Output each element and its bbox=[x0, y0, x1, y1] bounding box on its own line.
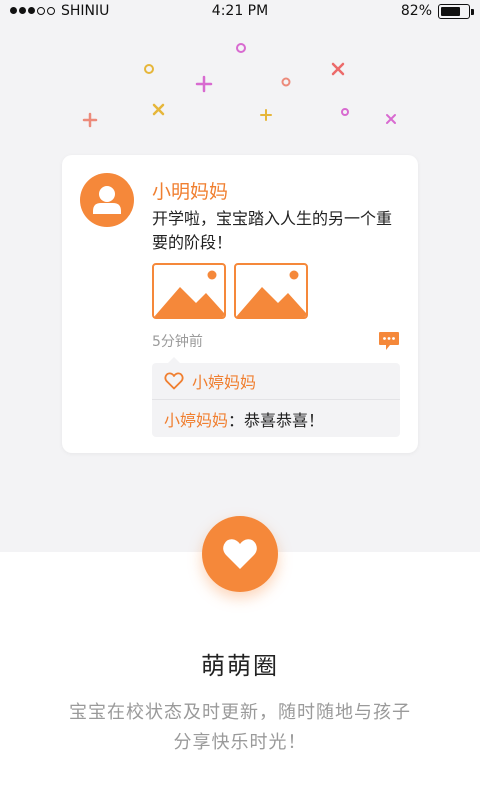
confetti-plus-icon bbox=[195, 75, 213, 93]
image-placeholder-icon bbox=[236, 270, 306, 317]
post-image[interactable] bbox=[234, 263, 308, 319]
user-icon bbox=[93, 186, 121, 214]
heart-icon bbox=[223, 539, 257, 569]
post-card: 小明妈妈 开学啦，宝宝踏入人生的另一个重要的阶段！ 5分钟前 小婷妈妈 小婷妈妈… bbox=[62, 155, 418, 453]
confetti-plus-icon bbox=[82, 112, 98, 128]
confetti-circle-icon bbox=[236, 43, 246, 53]
divider bbox=[152, 399, 400, 400]
comment-icon[interactable] bbox=[378, 331, 400, 351]
comment-row[interactable]: 小婷妈妈：恭喜恭喜！ bbox=[164, 407, 324, 431]
feature-title: 萌萌圈 bbox=[201, 652, 279, 680]
confetti-cross-icon bbox=[331, 62, 345, 76]
post-timestamp: 5分钟前 bbox=[152, 334, 203, 350]
image-placeholder-icon bbox=[154, 270, 224, 317]
confetti-decoration bbox=[82, 43, 396, 128]
confetti-circle-icon bbox=[281, 77, 291, 87]
likes-row: 小婷妈妈 bbox=[164, 369, 256, 393]
comment-text: 恭喜恭喜！ bbox=[244, 411, 325, 430]
avatar[interactable] bbox=[80, 173, 134, 227]
post-author[interactable]: 小明妈妈 bbox=[152, 177, 228, 204]
confetti-circle-icon bbox=[341, 108, 349, 116]
feature-description: 宝宝在校状态及时更新，随时随地与孩子分享快乐时光！ bbox=[69, 702, 411, 753]
comment-separator: ： bbox=[228, 411, 245, 430]
reply-caret bbox=[168, 357, 180, 363]
post-image[interactable] bbox=[152, 263, 226, 319]
interaction-box: 小婷妈妈 小婷妈妈：恭喜恭喜！ bbox=[152, 357, 400, 437]
confetti-plus-icon bbox=[260, 109, 272, 121]
liker-name[interactable]: 小婷妈妈 bbox=[192, 369, 256, 393]
post-text: 开学啦，宝宝踏入人生的另一个重要的阶段！ bbox=[152, 209, 393, 252]
heart-outline-icon[interactable] bbox=[164, 372, 184, 390]
confetti-circle-icon bbox=[144, 64, 154, 74]
feature-badge bbox=[202, 516, 278, 592]
confetti-cross-icon bbox=[152, 103, 165, 116]
confetti-cross-icon bbox=[386, 114, 396, 124]
comment-author[interactable]: 小婷妈妈 bbox=[164, 411, 228, 430]
